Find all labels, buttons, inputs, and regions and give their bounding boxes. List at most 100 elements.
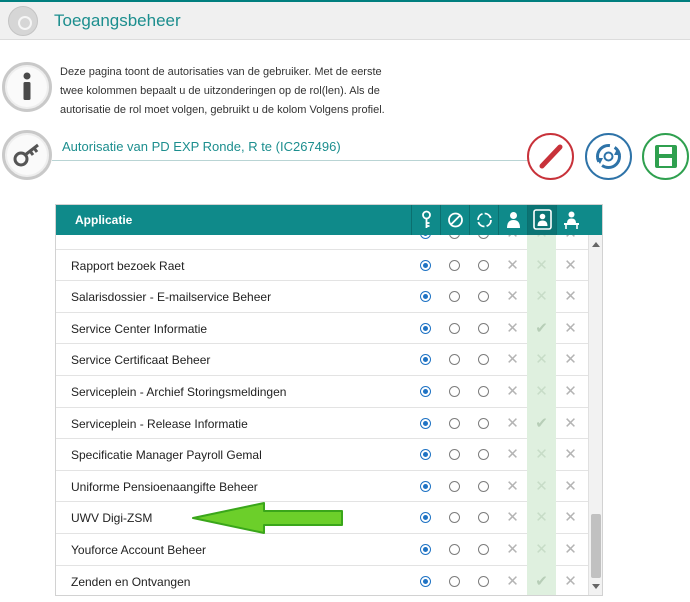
radio-selected[interactable] [420, 417, 431, 429]
status-cell: ✕ [527, 439, 556, 471]
radio-option[interactable] [478, 512, 489, 524]
radio-option[interactable] [449, 575, 460, 587]
radio-option[interactable] [449, 417, 460, 429]
column-header-blocked[interactable] [440, 205, 469, 235]
radio-option[interactable] [449, 259, 460, 271]
row-application-label: Uniforme Pensioenaangifte Beheer [71, 479, 258, 494]
row-application-label: Youforce Account Beheer [71, 543, 206, 557]
radio-option[interactable] [478, 575, 489, 587]
radio-option[interactable] [478, 322, 489, 334]
status-cell: ✕ [556, 408, 585, 440]
radio-cell [440, 408, 469, 440]
radio-option[interactable] [449, 544, 460, 555]
status-cell: ✕ [498, 408, 527, 440]
radio-cell [440, 281, 469, 313]
radio-cell [411, 281, 440, 313]
radio-option[interactable] [478, 417, 489, 429]
grid-scrollbar[interactable] [588, 235, 602, 595]
x-icon: ✕ [564, 383, 577, 400]
table-row: Service Center Informatie ✕ ✔ ✕ [56, 312, 588, 345]
status-cell: ✕ [556, 471, 585, 503]
radio-selected[interactable] [420, 544, 431, 555]
table-row: Youforce Account Beheer ✕ ✕ ✕ [56, 534, 588, 566]
radio-cell [469, 376, 498, 408]
pencil-icon [539, 144, 563, 169]
x-icon: ✕ [564, 572, 577, 590]
status-cell: ✕ [527, 470, 556, 503]
radio-selected[interactable] [420, 291, 431, 303]
radio-option[interactable] [478, 259, 489, 271]
radio-cell [411, 344, 440, 376]
x-icon: ✕ [564, 414, 577, 432]
x-icon: ✕ [527, 235, 556, 242]
radio-option[interactable] [449, 354, 460, 366]
status-cell: ✕ [498, 313, 527, 345]
row-application-label: Service Certificaat Beheer [71, 353, 211, 368]
radio-cell [411, 502, 440, 534]
radio-selected[interactable] [420, 322, 431, 334]
radio-option[interactable] [449, 291, 460, 303]
radio-selected[interactable] [420, 480, 431, 492]
radio-cell [440, 502, 469, 534]
top-bar: Toegangsbeheer [0, 0, 690, 40]
authorization-subject: Autorisatie van PD EXP Ronde, R te (IC26… [62, 139, 341, 154]
status-cell: ✕ [556, 250, 585, 282]
x-icon: ✕ [564, 319, 577, 337]
radio-cell [411, 376, 440, 408]
scroll-down-arrow-icon[interactable] [592, 584, 600, 589]
x-icon: ✕ [506, 383, 519, 400]
radio-selected[interactable] [420, 354, 431, 366]
radio-cell [440, 313, 469, 345]
radio-cell [469, 281, 498, 313]
status-cell: ✕ [498, 566, 527, 595]
radio-cell [469, 566, 498, 595]
radio-option[interactable] [449, 235, 460, 239]
radio-cell [469, 344, 498, 376]
column-header-key[interactable] [411, 205, 440, 235]
radio-option[interactable] [478, 544, 489, 555]
radio-option[interactable] [478, 386, 489, 397]
scroll-up-arrow-icon[interactable] [592, 242, 600, 247]
radio-cell [440, 344, 469, 376]
save-button[interactable] [642, 133, 689, 180]
refresh-button[interactable] [585, 133, 632, 180]
radio-selected[interactable] [420, 386, 431, 397]
column-header-circle[interactable] [469, 205, 498, 235]
radio-option[interactable] [449, 512, 460, 524]
radio-option[interactable] [449, 386, 460, 397]
status-cell: ✕ [527, 502, 556, 534]
row-application-label: Serviceplein - Archief Storingsmeldingen [71, 385, 287, 399]
radio-cell [411, 235, 440, 250]
radio-option[interactable] [449, 449, 460, 461]
radio-option[interactable] [478, 291, 489, 303]
status-cell: ✕ [556, 439, 585, 471]
radio-option[interactable] [449, 322, 460, 334]
radio-option[interactable] [478, 235, 489, 239]
status-cell: ✕ [498, 344, 527, 376]
scroll-thumb[interactable] [591, 514, 601, 578]
radio-selected[interactable] [420, 235, 431, 239]
column-header-user-desk[interactable] [556, 205, 585, 235]
radio-cell [440, 439, 469, 471]
check-icon: ✔ [535, 414, 548, 432]
radio-selected[interactable] [420, 512, 431, 524]
radio-cell [469, 250, 498, 282]
x-icon: ✕ [564, 256, 577, 274]
radio-option[interactable] [449, 480, 460, 492]
column-header-application: Applicatie [75, 213, 133, 227]
status-cell: ✕ [498, 235, 527, 250]
radio-selected[interactable] [420, 575, 431, 587]
column-header-user-badge[interactable] [527, 205, 556, 235]
edit-button[interactable] [527, 133, 574, 180]
save-icon [655, 145, 677, 168]
x-icon: ✕ [506, 477, 519, 495]
table-row: ✕✕✕ [56, 235, 588, 250]
radio-cell [469, 235, 498, 250]
radio-selected[interactable] [420, 259, 431, 271]
radio-selected[interactable] [420, 449, 431, 461]
radio-option[interactable] [478, 449, 489, 461]
column-header-user[interactable] [498, 205, 527, 235]
radio-option[interactable] [478, 480, 489, 492]
radio-option[interactable] [478, 354, 489, 366]
status-cell: ✕ [498, 376, 527, 408]
